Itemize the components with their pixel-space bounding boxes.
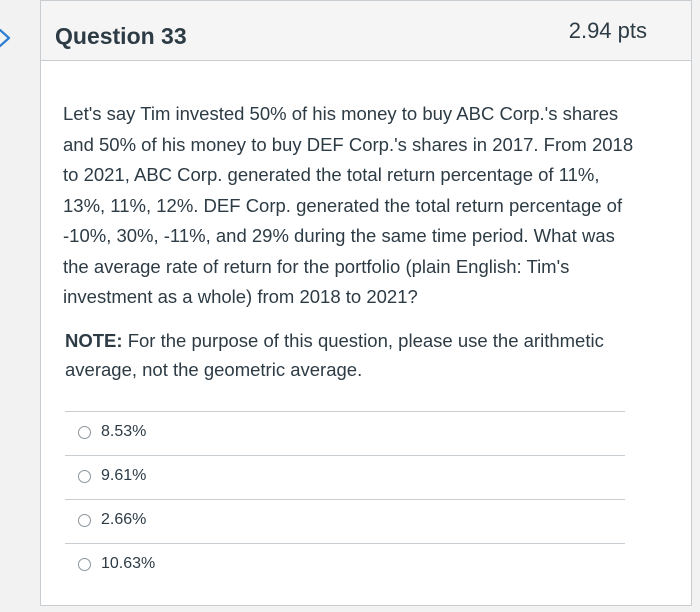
radio-button[interactable] <box>78 426 91 439</box>
quiz-frame: Question 33 2.94 pts Let's say Tim inves… <box>0 0 700 612</box>
answer-label: 9.61% <box>101 467 147 484</box>
question-note: NOTE: For the purpose of this question, … <box>65 326 645 384</box>
note-label: NOTE: <box>65 330 123 351</box>
question-header: Question 33 2.94 pts <box>41 1 691 61</box>
answer-label: 2.66% <box>101 511 147 528</box>
radio-button[interactable] <box>78 470 91 483</box>
answer-option[interactable]: 8.53% <box>65 411 625 455</box>
question-points: 2.94 pts <box>568 18 647 43</box>
answer-option[interactable]: 10.63% <box>65 543 625 587</box>
chevron-right-icon[interactable] <box>0 27 16 49</box>
answer-list: 8.53% 9.61% 2.66% 10.63% <box>65 411 625 587</box>
question-card: Question 33 2.94 pts Let's say Tim inves… <box>40 0 692 606</box>
radio-button[interactable] <box>78 514 91 527</box>
note-text: For the purpose of this question, please… <box>65 330 604 380</box>
answer-option[interactable]: 9.61% <box>65 455 625 499</box>
answer-label: 10.63% <box>101 555 156 572</box>
question-text: Let's say Tim invested 50% of his money … <box>63 103 634 307</box>
question-title: Question 33 <box>55 23 187 49</box>
answer-label: 8.53% <box>101 423 147 440</box>
answer-option[interactable]: 2.66% <box>65 499 625 543</box>
radio-button[interactable] <box>78 558 91 571</box>
